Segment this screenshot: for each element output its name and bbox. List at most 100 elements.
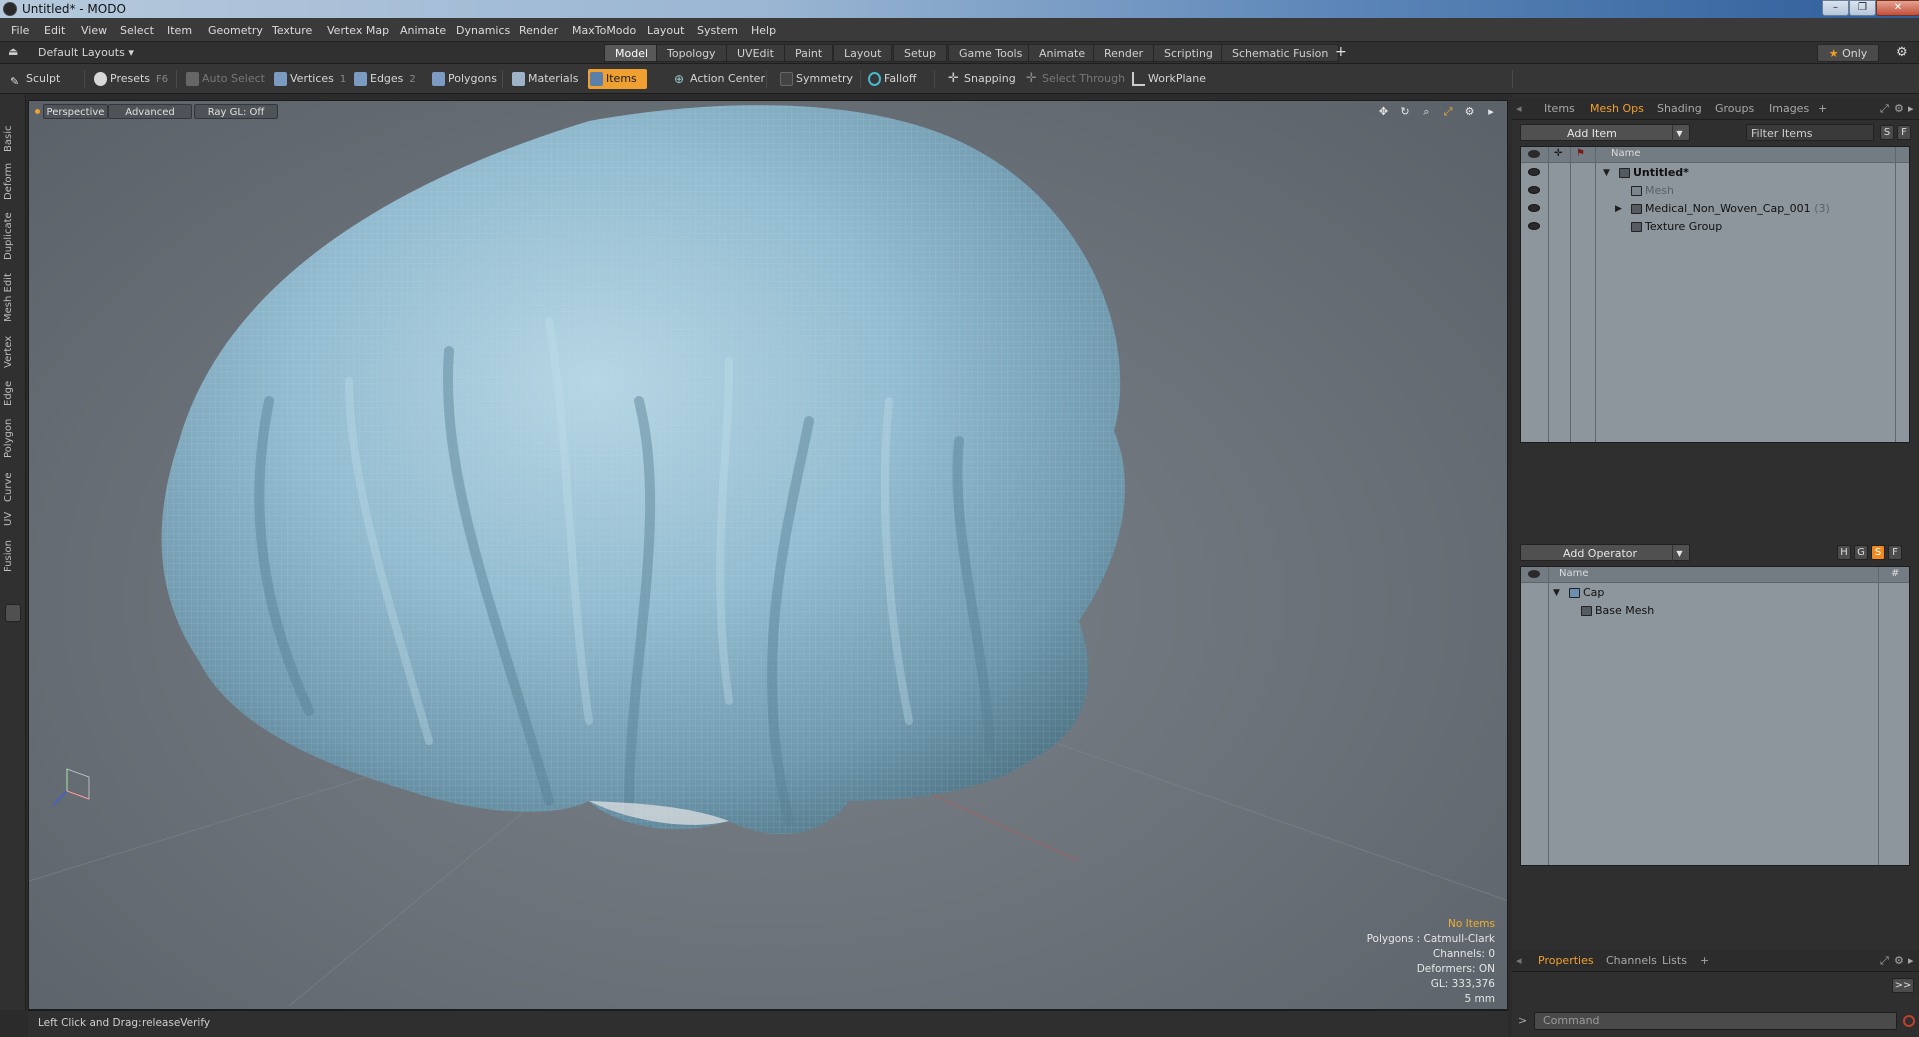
tab-channels[interactable]: Channels: [1606, 954, 1657, 967]
collapse-arrow-icon[interactable]: ▼: [1553, 584, 1560, 602]
menu-geometry[interactable]: Geometry: [208, 24, 263, 37]
add-panel-tab-button[interactable]: +: [1700, 954, 1709, 967]
add-tab-button[interactable]: +: [1335, 44, 1347, 60]
tab-scripting[interactable]: Scripting: [1153, 44, 1224, 62]
maximize-button[interactable]: ❐: [1849, 0, 1876, 16]
collapse-arrow-icon[interactable]: ▼: [1603, 164, 1610, 182]
tab-schematic-fusion[interactable]: Schematic Fusion: [1221, 44, 1340, 62]
menu-help[interactable]: Help: [751, 24, 776, 37]
left-tab-basic[interactable]: Basic: [3, 126, 14, 152]
layout-menu-icon[interactable]: ⏏: [8, 45, 18, 58]
tab-shading[interactable]: Shading: [1657, 102, 1702, 115]
only-button[interactable]: ★ Only: [1817, 44, 1879, 62]
menu-maxtomodo[interactable]: MaxToModo: [572, 24, 636, 37]
menu-render[interactable]: Render: [519, 24, 558, 37]
left-tab-duplicate[interactable]: Duplicate: [3, 212, 14, 260]
tab-layout[interactable]: Layout: [833, 44, 893, 62]
minimize-button[interactable]: –: [1822, 0, 1849, 16]
menu-system[interactable]: System: [697, 24, 738, 37]
panel-arrow-icon[interactable]: ▸: [1908, 954, 1914, 967]
left-tab-uv[interactable]: UV: [3, 508, 14, 526]
tab-render[interactable]: Render: [1093, 44, 1155, 62]
tab-setup[interactable]: Setup: [893, 44, 948, 62]
items-f-button[interactable]: F: [1897, 125, 1911, 140]
visibility-eye-icon[interactable]: [1528, 168, 1540, 176]
tab-animate[interactable]: Animate: [1028, 44, 1097, 62]
add-operator-button[interactable]: Add Operator ▼: [1520, 544, 1690, 562]
tab-game-tools[interactable]: Game Tools: [948, 44, 1034, 62]
symmetry-button[interactable]: Symmetry: [778, 69, 853, 89]
menu-vertex-map[interactable]: Vertex Map: [327, 24, 389, 37]
add-item-button[interactable]: Add Item ▼: [1520, 124, 1690, 142]
edges-button[interactable]: Edges 2: [352, 69, 416, 89]
tab-mesh-ops[interactable]: Mesh Ops: [1590, 102, 1644, 115]
polygons-button[interactable]: Polygons: [430, 69, 497, 89]
record-icon[interactable]: [1903, 1015, 1915, 1027]
left-tab-curve[interactable]: Curve: [3, 472, 14, 502]
panel-expand-icon[interactable]: ⤢: [1880, 102, 1889, 116]
viewport-options-icon[interactable]: [35, 109, 40, 114]
menu-dynamics[interactable]: Dynamics: [456, 24, 510, 37]
snapping-button[interactable]: ✛ Snapping: [946, 69, 1016, 89]
viewport-gear-icon[interactable]: ⚙: [1464, 106, 1476, 118]
viewport-shading-mode[interactable]: Advanced: [108, 104, 192, 119]
workplane-button[interactable]: WorkPlane: [1130, 69, 1206, 89]
materials-button[interactable]: Materials: [510, 69, 578, 89]
menu-view[interactable]: View: [81, 24, 107, 37]
visibility-eye-icon[interactable]: [1528, 186, 1540, 194]
left-tab-polygon[interactable]: Polygon: [3, 419, 14, 458]
viewport-expand-icon[interactable]: ▸: [1485, 106, 1497, 118]
3d-viewport[interactable]: Perspective Advanced Ray GL: Off ✥ ↻ ⌕ ⤢…: [28, 100, 1508, 1010]
list-item-cap[interactable]: ▼ Cap: [1521, 584, 1909, 602]
vertices-button[interactable]: Vertices 1: [272, 69, 346, 89]
tab-model[interactable]: Model: [604, 44, 660, 62]
visibility-eye-icon[interactable]: [1528, 204, 1540, 212]
tab-properties[interactable]: Properties: [1538, 954, 1594, 967]
meshops-s-button[interactable]: S: [1871, 545, 1885, 560]
tab-uvedit[interactable]: UVEdit: [726, 44, 785, 62]
expand-properties-button[interactable]: >>: [1892, 978, 1914, 993]
sculpt-button[interactable]: ✎ Sculpt: [8, 69, 60, 89]
tab-paint[interactable]: Paint: [784, 44, 834, 62]
action-center-button[interactable]: ⊕ Action Center: [672, 69, 765, 89]
left-tab-vertex[interactable]: Vertex: [3, 336, 14, 368]
viewport-raygl-toggle[interactable]: Ray GL: Off: [194, 104, 278, 119]
auto-select-button[interactable]: Auto Select: [184, 69, 265, 89]
items-s-button[interactable]: S: [1880, 125, 1894, 140]
list-item-texture-group[interactable]: Texture Group: [1521, 218, 1909, 236]
command-input[interactable]: Command: [1534, 1012, 1897, 1030]
panel-gear-icon[interactable]: ⚙: [1894, 102, 1904, 115]
select-through-button[interactable]: ✛ Select Through: [1024, 69, 1125, 89]
meshops-f-button[interactable]: F: [1888, 545, 1902, 560]
menu-select[interactable]: Select: [120, 24, 154, 37]
fit-view-icon[interactable]: ⤢: [1442, 106, 1454, 118]
tab-lists[interactable]: Lists: [1662, 954, 1687, 967]
zoom-view-icon[interactable]: ⌕: [1421, 106, 1433, 118]
expand-arrow-icon[interactable]: ▶: [1615, 200, 1622, 218]
menu-layout[interactable]: Layout: [647, 24, 684, 37]
left-tab-edge[interactable]: Edge: [3, 381, 14, 406]
panel-menu-icon[interactable]: ◂: [1516, 954, 1522, 967]
meshops-h-button[interactable]: H: [1837, 545, 1851, 560]
tab-groups[interactable]: Groups: [1715, 102, 1754, 115]
left-tab-fusion[interactable]: Fusion: [3, 540, 14, 572]
menu-texture[interactable]: Texture: [272, 24, 312, 37]
toolbox-toggle[interactable]: [5, 604, 21, 622]
left-tab-mesh-edit[interactable]: Mesh Edit: [3, 273, 14, 322]
left-tab-deform[interactable]: Deform: [3, 163, 14, 200]
panel-menu-icon[interactable]: ◂: [1516, 102, 1522, 115]
rotate-view-icon[interactable]: ↻: [1399, 106, 1411, 118]
tab-images[interactable]: Images: [1769, 102, 1809, 115]
menu-file[interactable]: File: [11, 24, 29, 37]
gear-icon[interactable]: ⚙: [1896, 45, 1908, 60]
panel-expand-icon[interactable]: ⤢: [1880, 954, 1889, 968]
move-view-icon[interactable]: ✥: [1378, 106, 1390, 118]
menu-item[interactable]: Item: [167, 24, 192, 37]
panel-gear-icon[interactable]: ⚙: [1894, 954, 1904, 967]
meshops-g-button[interactable]: G: [1854, 545, 1868, 560]
add-panel-tab-button[interactable]: +: [1818, 102, 1827, 115]
panel-arrow-icon[interactable]: ▸: [1908, 102, 1914, 115]
tab-topology[interactable]: Topology: [656, 44, 727, 62]
layouts-dropdown[interactable]: Default Layouts ▾: [38, 46, 134, 59]
list-item-untitled[interactable]: ▼ Untitled*: [1521, 164, 1909, 182]
